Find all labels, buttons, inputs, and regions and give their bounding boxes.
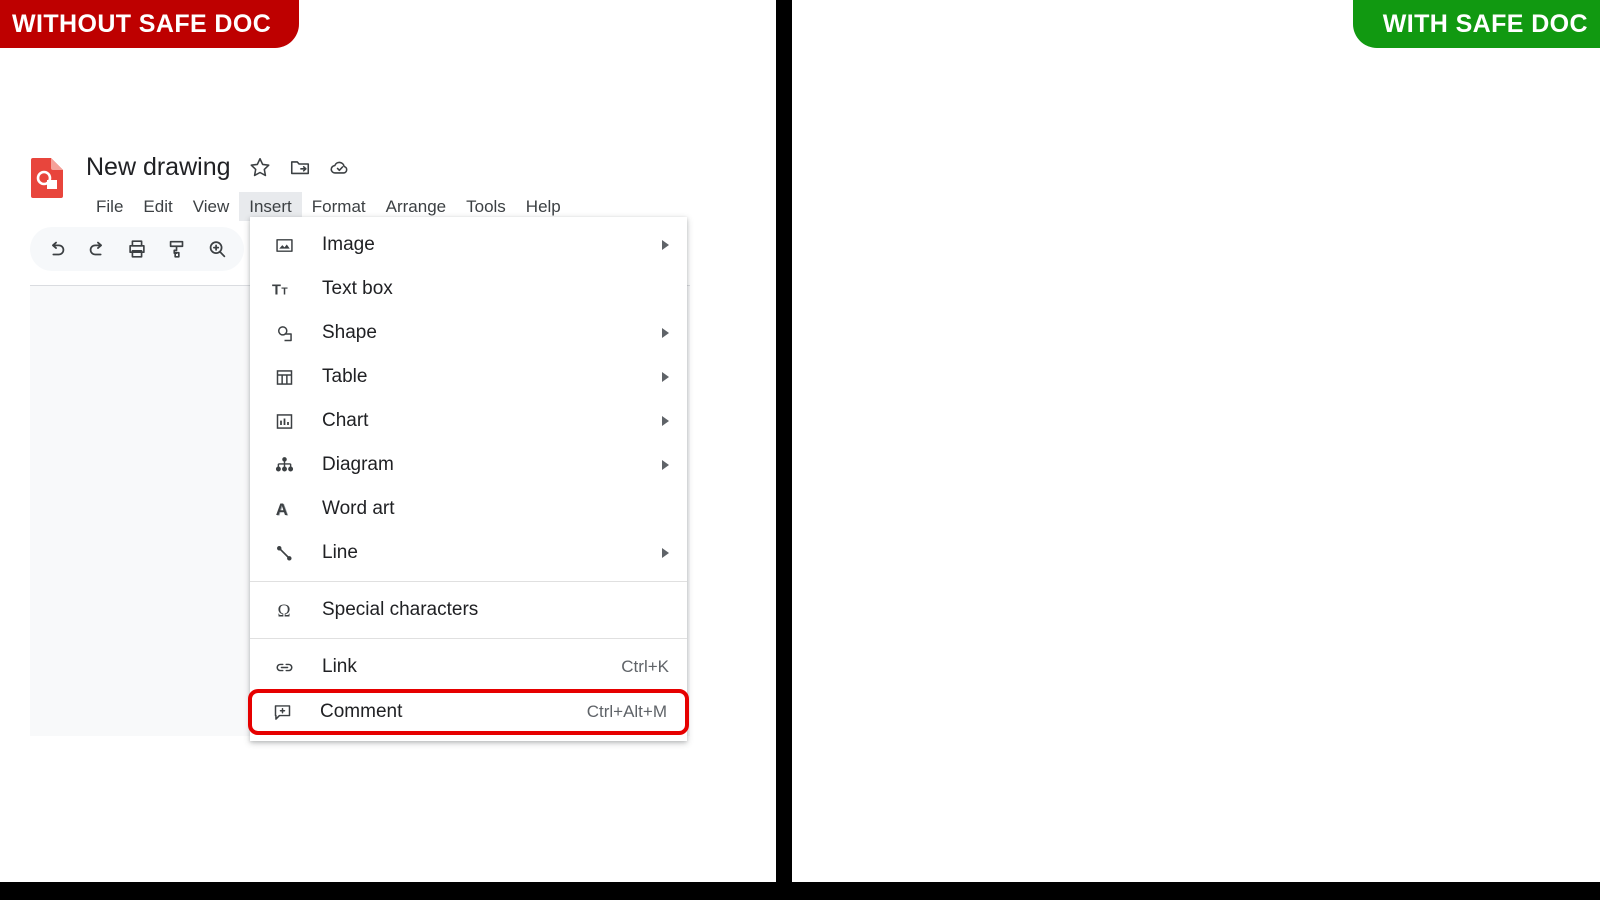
comment-icon <box>270 700 294 724</box>
toolbar <box>30 227 244 272</box>
svg-text:T: T <box>281 286 288 297</box>
cloud-saved-icon[interactable] <box>329 156 351 178</box>
menu-item-diagram[interactable]: Diagram <box>250 443 687 487</box>
menu-view[interactable]: View <box>183 192 240 221</box>
menu-item-special-characters[interactable]: Ω Special characters <box>250 588 687 632</box>
submenu-arrow-icon <box>662 460 669 470</box>
submenu-arrow-icon <box>662 240 669 250</box>
redo-icon[interactable] <box>80 232 114 266</box>
menu-item-label: Chart <box>322 410 369 431</box>
menu-item-text-box[interactable]: T T Text box <box>250 267 687 311</box>
menu-item-label: Link <box>322 656 357 677</box>
svg-text:A: A <box>275 499 287 518</box>
table-icon <box>272 365 296 389</box>
panel-without-safe-doc: New drawing File Edit View Insert Format… <box>0 0 776 882</box>
star-icon[interactable] <box>249 156 271 178</box>
omega-icon: Ω <box>272 598 296 622</box>
submenu-arrow-icon <box>662 372 669 382</box>
app-header-main: New drawing File Edit View Insert Format… <box>86 152 571 222</box>
menu-item-shortcut: Ctrl+K <box>621 657 669 676</box>
banner-without-safe-doc: WITHOUT SAFE DOC <box>0 0 300 48</box>
menu-item-label: Text box <box>322 278 393 299</box>
banner-label: WITHOUT SAFE DOC <box>12 9 272 38</box>
image-icon <box>272 233 296 257</box>
submenu-arrow-icon <box>662 416 669 426</box>
line-icon <box>272 541 296 565</box>
menu-item-comment[interactable]: Comment Ctrl+Alt+M <box>248 689 689 735</box>
menu-item-label: Special characters <box>322 599 479 620</box>
menu-item-chart[interactable]: Chart <box>250 399 687 443</box>
bottom-bar <box>0 882 1600 900</box>
google-drawings-icon <box>30 156 66 198</box>
menu-edit[interactable]: Edit <box>133 192 182 221</box>
undo-icon[interactable] <box>40 232 74 266</box>
banner-label: WITH SAFE DOC <box>1382 9 1588 38</box>
diagram-icon <box>272 453 296 477</box>
menu-item-label: Word art <box>322 498 395 519</box>
menu-item-link[interactable]: Link Ctrl+K <box>250 645 687 689</box>
textbox-icon: T T <box>272 277 296 301</box>
banner-with-safe-doc: WITH SAFE DOC <box>1352 0 1600 48</box>
panel-divider <box>776 0 792 882</box>
paint-format-icon[interactable] <box>160 232 194 266</box>
menu-item-image[interactable]: Image <box>250 223 687 267</box>
move-to-folder-icon[interactable] <box>289 156 311 178</box>
menu-separator <box>250 638 687 639</box>
app-header: New drawing File Edit View Insert Format… <box>30 152 690 222</box>
menu-item-table[interactable]: Table <box>250 355 687 399</box>
menu-item-label: Image <box>322 234 375 255</box>
menu-item-label: Line <box>322 542 358 563</box>
shape-icon <box>272 321 296 345</box>
submenu-arrow-icon <box>662 548 669 558</box>
title-row: New drawing <box>86 152 571 182</box>
menu-item-label: Shape <box>322 322 377 343</box>
wordart-icon: A A <box>272 497 296 521</box>
menu-item-shape[interactable]: Shape <box>250 311 687 355</box>
document-title[interactable]: New drawing <box>86 154 231 180</box>
menu-item-label: Table <box>322 366 368 387</box>
insert-menu-left: Image T T Text box Shape Table Chart Dia… <box>248 217 689 741</box>
menu-item-shortcut: Ctrl+Alt+M <box>586 702 667 721</box>
print-icon[interactable] <box>120 232 154 266</box>
submenu-arrow-icon <box>662 328 669 338</box>
menu-item-label: Comment <box>320 701 403 722</box>
menu-file[interactable]: File <box>86 192 133 221</box>
menu-item-label: Diagram <box>322 454 394 475</box>
menu-item-line[interactable]: Line <box>250 531 687 575</box>
menu-separator <box>250 581 687 582</box>
chart-icon <box>272 409 296 433</box>
svg-text:Ω: Ω <box>277 600 290 620</box>
svg-text:T: T <box>272 282 281 298</box>
link-icon <box>272 655 296 679</box>
menu-item-word-art[interactable]: A A Word art <box>250 487 687 531</box>
title-icon-group <box>249 156 351 178</box>
panel-with-safe-doc: New drawing <box>792 0 1600 882</box>
comparison-stage: New drawing File Edit View Insert Format… <box>0 0 1600 900</box>
zoom-in-icon[interactable] <box>200 232 234 266</box>
